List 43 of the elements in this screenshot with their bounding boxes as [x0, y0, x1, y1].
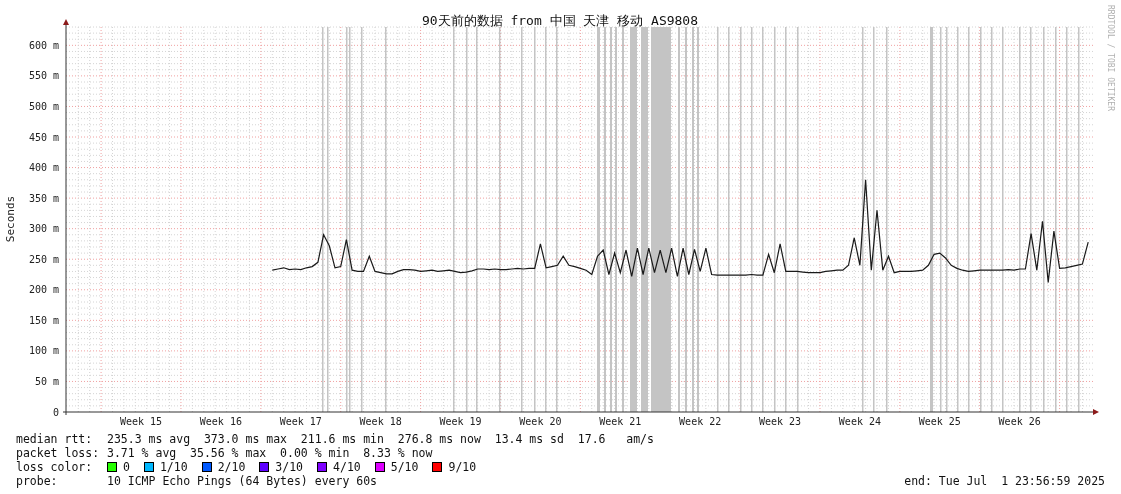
stat-label: median rtt: — [16, 432, 94, 446]
y-axis-label: Seconds — [4, 195, 17, 243]
y-tick-label: 350 m — [28, 192, 59, 204]
x-tick-label: Week 23 — [758, 416, 802, 427]
stat-values: 235.3 ms avg 373.0 ms max 211.6 ms min 276.8 ms now 13.4 ms sd 17.6 am/s — [107, 432, 654, 446]
probe-label: probe: — [16, 474, 59, 488]
legend-label: 0 — [123, 460, 130, 474]
stat-values: 3.71 % avg 35.56 % max 0.00 % min 8.33 % now — [107, 446, 433, 460]
x-tick-label: Week 21 — [599, 416, 642, 427]
y-tick-label: 500 m — [28, 100, 59, 112]
y-tick-label: 50 m — [34, 375, 59, 387]
loss-color-label: loss color: — [16, 460, 94, 474]
x-tick-label: Week 24 — [838, 416, 881, 427]
legend-label: 3/10 — [275, 460, 304, 474]
y-tick-label: 0 — [52, 406, 59, 418]
y-tick-label: 250 m — [28, 253, 59, 265]
x-tick-label: Week 17 — [279, 416, 322, 427]
x-tick-label: Week 19 — [439, 416, 482, 427]
stat-label: packet loss: — [16, 446, 101, 460]
x-tick-label: Week 18 — [359, 416, 402, 427]
legend-label: 4/10 — [333, 460, 361, 474]
x-tick-label: Week 15 — [119, 416, 163, 427]
legend-label: 1/10 — [159, 460, 188, 474]
x-tick-label: Week 20 — [519, 416, 562, 427]
y-tick-label: 600 m — [28, 39, 59, 51]
y-tick-label: 200 m — [28, 284, 59, 296]
chart-title: 90天前的数据 from 中国 天津 移动 AS9808 — [421, 13, 699, 28]
x-tick-label: Week 26 — [998, 416, 1041, 427]
probe-text: 10 ICMP Echo Pings (64 Bytes) every 60s — [107, 474, 378, 488]
end-time: end: Tue Jul 1 23:56:59 2025 — [904, 474, 1105, 488]
y-tick-label: 150 m — [28, 314, 59, 326]
y-tick-label: 550 m — [28, 70, 59, 82]
legend-label: 2/10 — [217, 460, 246, 474]
x-tick-label: Week 25 — [918, 416, 961, 427]
y-tick-label: 450 m — [28, 131, 59, 143]
y-tick-label: 100 m — [28, 345, 59, 357]
x-tick-label: Week 16 — [199, 416, 242, 427]
x-tick-label: Week 22 — [679, 416, 722, 427]
credit-text: RRDTOOL / TOBI OETIKER — [1106, 5, 1115, 111]
y-tick-label: 400 m — [28, 162, 59, 174]
y-tick-label: 300 m — [28, 223, 59, 235]
legend-label: 5/10 — [390, 460, 419, 474]
legend-label: 9/10 — [448, 460, 477, 474]
